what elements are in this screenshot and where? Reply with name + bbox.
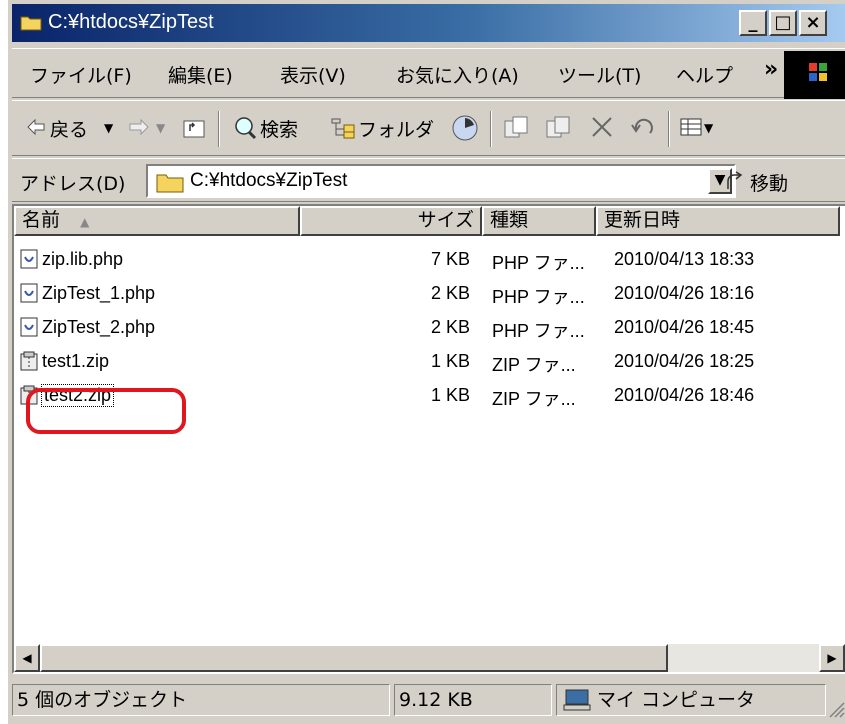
php-file-icon: [20, 249, 38, 269]
go-button[interactable]: 移動: [750, 169, 788, 196]
menu-overflow-chevron[interactable]: »: [764, 57, 778, 82]
file-size: 2 KB: [430, 283, 470, 303]
column-header-size[interactable]: サイズ: [300, 206, 482, 236]
address-label: アドレス(D): [20, 173, 126, 195]
go-arrow-icon: [727, 171, 743, 189]
windows-flag-icon: [809, 63, 827, 81]
menu-favorites[interactable]: お気に入り(A): [396, 61, 519, 88]
file-name: zip.lib.php: [42, 249, 124, 269]
column-header-type[interactable]: 種類: [482, 206, 596, 236]
file-type: PHP ファ...: [492, 321, 585, 341]
sort-ascending-icon: ▲: [80, 215, 90, 229]
undo-icon[interactable]: [630, 115, 656, 139]
views-dropdown-arrow-icon[interactable]: ▼: [704, 121, 713, 135]
maximize-button[interactable]: □: [769, 10, 797, 36]
move-to-icon[interactable]: [502, 113, 530, 141]
toolbar-separator: [218, 111, 220, 147]
file-size: 1 KB: [430, 385, 470, 405]
zip-file-icon: [20, 351, 38, 371]
folders-button[interactable]: フォルダ: [358, 115, 434, 142]
standard-toolbar: 戻る ▼ ▼ 検索 フォルダ ▼: [12, 100, 845, 156]
scrollbar-thumb[interactable]: [40, 644, 668, 672]
folders-icon: [331, 118, 355, 139]
copy-to-icon[interactable]: [544, 113, 572, 141]
file-size: 1 KB: [430, 351, 470, 371]
file-row[interactable]: ZipTest_2.php 2 KB PHP ファ... 2010/04/26 …: [14, 314, 814, 342]
title-bar[interactable]: C:¥htdocs¥ZipTest _ □ ×: [12, 4, 845, 42]
file-type: PHP ファ...: [492, 253, 585, 273]
scroll-left-button[interactable]: ◀: [14, 644, 40, 672]
explorer-window: C:¥htdocs¥ZipTest _ □ × ファイル(F) 編集(E) 表示…: [6, 0, 845, 724]
file-name: ZipTest_2.php: [42, 317, 156, 337]
file-type: ZIP ファ...: [492, 355, 576, 375]
back-dropdown-arrow-icon[interactable]: ▼: [104, 121, 113, 135]
highlight-circle: [26, 388, 186, 434]
scroll-right-button[interactable]: ▶: [819, 644, 845, 672]
file-size: 2 KB: [430, 317, 470, 337]
file-modified: 2010/04/26 18:45: [614, 317, 755, 337]
menu-tools[interactable]: ツール(T): [558, 61, 641, 88]
back-button[interactable]: 戻る: [50, 115, 88, 142]
delete-icon[interactable]: [590, 115, 614, 139]
file-row[interactable]: ZipTest_1.php 2 KB PHP ファ... 2010/04/26 …: [14, 280, 814, 308]
menu-help[interactable]: ヘルプ: [676, 61, 733, 88]
views-icon[interactable]: [680, 117, 702, 137]
file-row[interactable]: zip.lib.php 7 KB PHP ファ... 2010/04/13 18…: [14, 246, 814, 274]
close-button[interactable]: ×: [799, 10, 827, 36]
history-icon[interactable]: [450, 113, 480, 143]
toolbar-separator: [668, 111, 670, 147]
file-list: 名前 ▲ サイズ 種類 更新日時 zip.lib.php 7 KB PHP ファ…: [12, 204, 845, 674]
file-type: PHP ファ...: [492, 287, 585, 307]
file-type: ZIP ファ...: [492, 389, 576, 409]
php-file-icon: [20, 283, 38, 303]
file-modified: 2010/04/13 18:33: [614, 249, 755, 269]
address-value: C:¥htdocs¥ZipTest: [190, 170, 348, 191]
status-bar: 5 個のオブジェクト 9.12 KB マイ コンピュータ: [12, 680, 845, 720]
windows-logo: [784, 51, 845, 99]
back-arrow-icon: [27, 118, 45, 136]
folder-icon: [156, 174, 184, 193]
my-computer-icon: [563, 689, 591, 711]
minimize-button[interactable]: _: [739, 10, 767, 36]
file-size: 7 KB: [430, 249, 470, 269]
file-modified: 2010/04/26 18:16: [614, 283, 755, 303]
toolbar-separator: [490, 111, 492, 147]
resize-grip-icon[interactable]: [827, 700, 845, 718]
search-button[interactable]: 検索: [260, 115, 298, 142]
menu-bar: ファイル(F) 編集(E) 表示(V) お気に入り(A) ツール(T) ヘルプ …: [12, 48, 845, 99]
forward-arrow-icon[interactable]: [128, 117, 150, 137]
status-size: 9.12 KB: [394, 684, 552, 716]
column-header-name[interactable]: 名前 ▲: [14, 206, 300, 236]
file-modified: 2010/04/26 18:25: [614, 351, 755, 371]
file-name: ZipTest_1.php: [42, 283, 156, 303]
forward-dropdown-arrow-icon[interactable]: ▼: [156, 121, 165, 135]
up-folder-icon[interactable]: [182, 115, 206, 139]
folder-icon: [20, 16, 42, 31]
status-object-count: 5 個のオブジェクト: [12, 684, 390, 716]
menu-file[interactable]: ファイル(F): [30, 61, 132, 88]
address-field[interactable]: C:¥htdocs¥ZipTest ▼: [146, 164, 736, 198]
status-zone: マイ コンピュータ: [556, 684, 826, 716]
window-title: C:¥htdocs¥ZipTest: [48, 11, 214, 33]
menu-view[interactable]: 表示(V): [280, 61, 346, 88]
file-name: test1.zip: [42, 351, 110, 371]
menu-edit[interactable]: 編集(E): [168, 61, 233, 88]
file-row[interactable]: test1.zip 1 KB ZIP ファ... 2010/04/26 18:2…: [14, 348, 814, 376]
search-icon: [235, 117, 257, 140]
horizontal-scrollbar[interactable]: ◀ ▶: [14, 644, 845, 672]
address-bar: アドレス(D) C:¥htdocs¥ZipTest ▼ 移動: [12, 158, 845, 202]
php-file-icon: [20, 317, 38, 337]
column-header-modified[interactable]: 更新日時: [596, 206, 840, 236]
file-modified: 2010/04/26 18:46: [614, 385, 755, 405]
